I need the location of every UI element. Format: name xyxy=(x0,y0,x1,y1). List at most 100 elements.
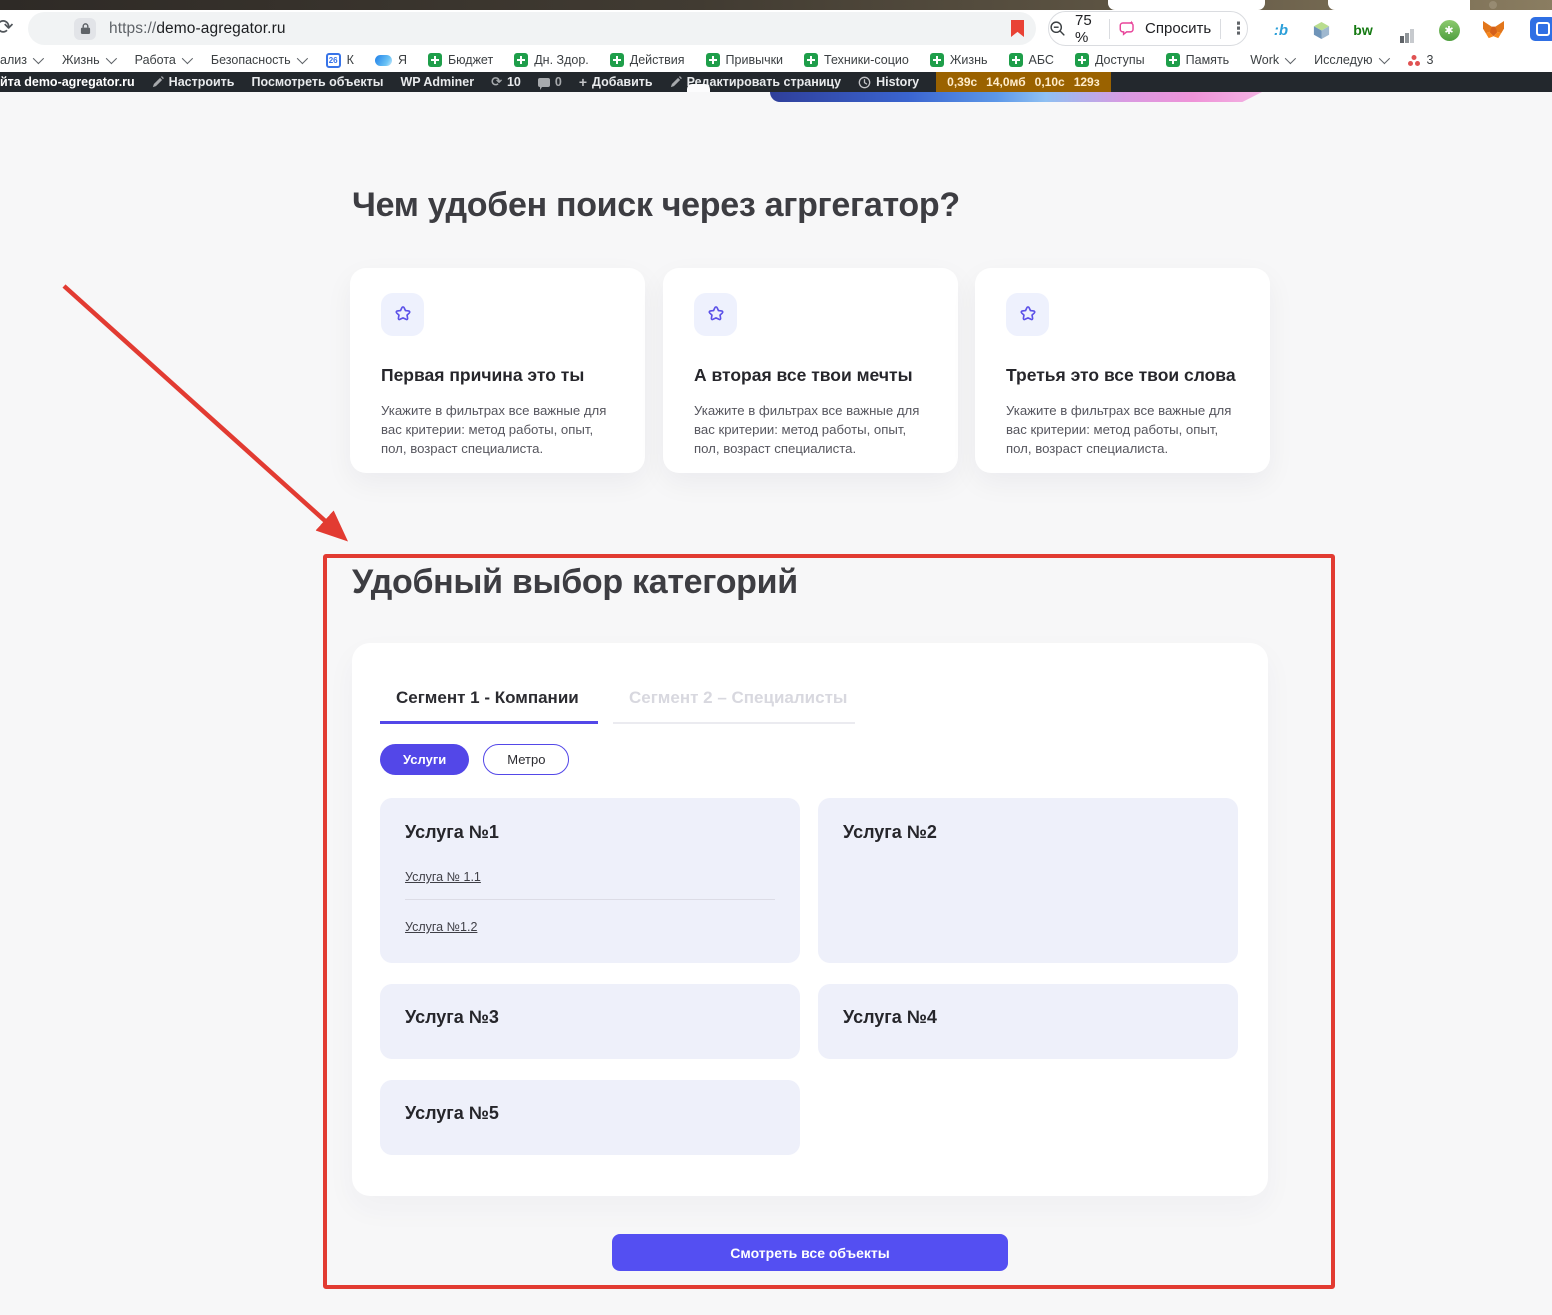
bookmark-tekhniki-socio[interactable]: Техники-социо xyxy=(804,53,909,67)
bookmark-abs[interactable]: АБС xyxy=(1009,53,1054,67)
bookmark-pamyat[interactable]: Память xyxy=(1166,53,1230,67)
service-card-4: Услуга №4 xyxy=(818,984,1238,1059)
service-title: Услуга №1 xyxy=(405,822,775,843)
benefit-card-body: Укажите в фильтрах все важные для вас кр… xyxy=(381,401,611,458)
wp-customize-link[interactable]: Настроить xyxy=(152,75,235,89)
bookmark-folder-zhizn[interactable]: Жизнь xyxy=(62,53,114,67)
divider xyxy=(405,899,775,900)
wp-site-name[interactable]: йта demo-agregator.ru xyxy=(0,75,135,89)
filter-uslugi[interactable]: Услуги xyxy=(380,744,469,775)
benefit-card: Третья это все твои слова Укажите в филь… xyxy=(975,268,1270,473)
bookmark-calendar[interactable]: 26К xyxy=(326,53,354,68)
zoom-level[interactable]: 75 % xyxy=(1075,12,1100,46)
wp-history[interactable]: History xyxy=(858,75,919,89)
sheets-icon xyxy=(610,53,624,67)
plus-icon: + xyxy=(579,76,587,88)
wp-admin-bar: йта demo-agregator.ru Настроить Посмотре… xyxy=(0,72,1552,92)
address-bar[interactable]: https://demo-agregator.ru xyxy=(28,12,1036,45)
sheets-icon xyxy=(930,53,944,67)
service-title: Услуга №3 xyxy=(405,1007,775,1028)
star-icon xyxy=(694,293,737,336)
browser-tab-shape[interactable] xyxy=(1328,0,1470,10)
red-dots-icon xyxy=(1408,54,1421,66)
bookmark-folder-bezopasnost[interactable]: Безопасность xyxy=(211,53,305,67)
bookmark-byudzhet[interactable]: Бюджет xyxy=(428,53,493,67)
categories-heading: Удобный выбор категорий xyxy=(352,563,798,602)
extension-blue-icon[interactable] xyxy=(1530,17,1552,41)
star-icon xyxy=(1006,293,1049,336)
benefit-card: А вторая все твои мечты Укажите в фильтр… xyxy=(663,268,958,473)
filter-metro[interactable]: Метро xyxy=(483,744,569,775)
clock-icon xyxy=(858,76,871,89)
wp-add-new[interactable]: + Добавить xyxy=(579,75,653,89)
bookmark-folder-work[interactable]: Work xyxy=(1250,53,1293,67)
extension-bw-icon[interactable]: bw xyxy=(1350,17,1376,43)
service-card-3: Услуга №3 xyxy=(380,984,800,1059)
benefit-card: Первая причина это ты Укажите в фильтрах… xyxy=(350,268,645,473)
filter-pills: Услуги Метро xyxy=(380,744,569,775)
sheets-icon xyxy=(1166,53,1180,67)
chevron-down-icon xyxy=(296,53,307,64)
tab-segment-1-companies[interactable]: Сегмент 1 - Компании xyxy=(380,688,598,724)
browser-toolbar: ⟳ https://demo-agregator.ru 75 % Спросит… xyxy=(0,10,1552,48)
service-link-1-2[interactable]: Услуга №1.2 xyxy=(405,920,477,934)
metamask-fox-icon[interactable] xyxy=(1480,17,1506,43)
sheets-icon xyxy=(804,53,818,67)
wp-adminer-link[interactable]: WP Adminer xyxy=(400,75,474,89)
service-card-5: Услуга №5 xyxy=(380,1080,800,1155)
chevron-down-icon xyxy=(1378,53,1389,64)
url-domain: demo-agregator.ru xyxy=(156,20,285,37)
extension-b-icon[interactable]: :b xyxy=(1268,17,1294,43)
sheets-icon xyxy=(1075,53,1089,67)
extension-stats-icon[interactable] xyxy=(1394,17,1420,43)
bookmark-dostupy[interactable]: Доступы xyxy=(1075,53,1145,67)
chevron-down-icon xyxy=(105,53,116,64)
bookmark-zhizn-2[interactable]: Жизнь xyxy=(930,53,988,67)
benefit-card-title: Первая причина это ты xyxy=(381,365,614,386)
qm-load-time: 0,39с xyxy=(947,75,977,89)
bookmark-flag-icon[interactable] xyxy=(1011,20,1024,37)
chevron-down-icon xyxy=(182,53,193,64)
bookmark-deystviya[interactable]: Действия xyxy=(610,53,685,67)
service-title: Услуга №5 xyxy=(405,1103,775,1124)
lock-icon[interactable] xyxy=(74,18,96,40)
zoom-out-icon[interactable] xyxy=(1049,20,1066,37)
bookmark-dn-zdor[interactable]: Дн. Здор. xyxy=(514,53,589,67)
sheets-icon xyxy=(706,53,720,67)
bookmark-privychki[interactable]: Привычки xyxy=(706,53,784,67)
wp-updates[interactable]: ⟳ 10 xyxy=(491,75,521,89)
extension-cube-icon[interactable] xyxy=(1308,17,1334,43)
bookmark-folder-issleduyu[interactable]: Исследую xyxy=(1314,53,1386,67)
bookmark-folder-analiz[interactable]: ализ xyxy=(0,53,41,67)
wp-comments[interactable]: 0 xyxy=(538,75,562,89)
benefit-card-title: Третья это все твои слова xyxy=(1006,365,1239,386)
qm-memory: 14,0мб xyxy=(986,75,1026,89)
extension-green-icon[interactable]: ✱ xyxy=(1436,17,1462,43)
wp-view-objects-link[interactable]: Посмотреть объекты xyxy=(252,75,384,89)
tab-segment-2-specialists[interactable]: Сегмент 2 – Специалисты xyxy=(613,688,855,724)
sheets-icon xyxy=(1009,53,1023,67)
hero-gradient-strip xyxy=(770,92,1262,102)
service-link-1-1[interactable]: Услуга № 1.1 xyxy=(405,870,481,884)
chip-divider xyxy=(1220,19,1221,39)
refresh-icon[interactable]: ⟳ xyxy=(0,16,14,40)
ask-label[interactable]: Спросить xyxy=(1145,20,1211,37)
screenshot-root: ⟳ https://demo-agregator.ru 75 % Спросит… xyxy=(0,0,1552,1315)
chevron-down-icon xyxy=(1285,53,1296,64)
benefit-card-body: Укажите в фильтрах все важные для вас кр… xyxy=(694,401,924,458)
kebab-menu-icon[interactable]: ⋮ xyxy=(1230,21,1247,37)
calendar-icon: 26 xyxy=(326,53,341,68)
cloud-icon xyxy=(375,55,392,66)
pencil-icon xyxy=(152,76,164,88)
bookmark-folder-rabota[interactable]: Работа xyxy=(135,53,190,67)
bookmark-dots[interactable]: 3 xyxy=(1408,53,1434,67)
ask-icon[interactable] xyxy=(1119,20,1136,37)
comment-bubble-icon xyxy=(538,78,550,87)
sheets-icon xyxy=(428,53,442,67)
view-all-objects-button[interactable]: Смотреть все объекты xyxy=(612,1234,1008,1271)
bookmark-cloud[interactable]: Я xyxy=(375,53,407,67)
query-monitor-badge[interactable]: 0,39с 14,0мб 0,10с 129з xyxy=(936,72,1111,92)
pencil-icon xyxy=(670,76,682,88)
browser-tab-shape[interactable] xyxy=(1108,0,1265,10)
url-text[interactable]: https://demo-agregator.ru xyxy=(109,20,286,38)
